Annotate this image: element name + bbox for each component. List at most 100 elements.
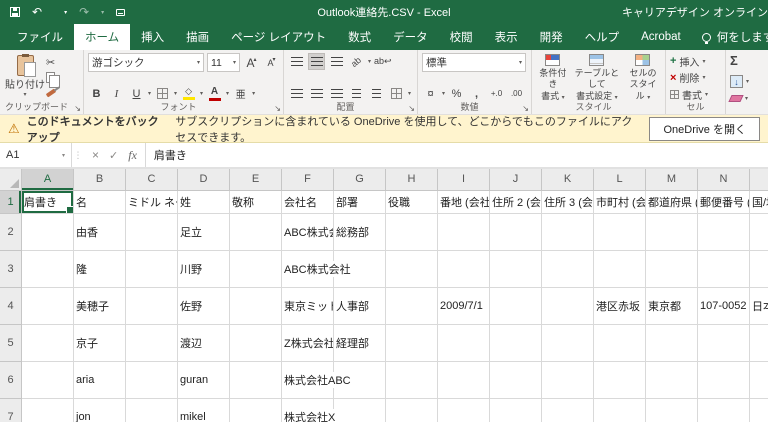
decrease-font-button[interactable]: A ▾ [263, 54, 280, 71]
cell-N6[interactable] [698, 362, 750, 399]
redo-dropdown-icon[interactable]: ▾ [101, 9, 104, 16]
cell-A3[interactable] [22, 251, 74, 288]
cell-I7[interactable] [438, 399, 490, 422]
cell-H6[interactable] [386, 362, 438, 399]
cell-D2[interactable]: 足立 [178, 214, 230, 251]
cell-L2[interactable] [594, 214, 646, 251]
cell-C5[interactable] [126, 325, 178, 362]
tab-描画[interactable]: 描画 [175, 24, 220, 50]
cell-G7[interactable] [334, 399, 386, 422]
cell-J4[interactable] [490, 288, 542, 325]
cell-styles-button[interactable]: セルの スタイル ▾ [624, 53, 662, 102]
cut-button[interactable]: ✂ [46, 55, 60, 70]
account-name[interactable]: キャリアデザイン オンライン [622, 4, 768, 20]
fill-button[interactable]: ↓ [730, 75, 743, 88]
cell-G5[interactable]: 経理部 [334, 325, 386, 362]
select-all-corner[interactable] [0, 169, 22, 191]
cell-H3[interactable] [386, 251, 438, 288]
cell-A4[interactable] [22, 288, 74, 325]
tab-開発[interactable]: 開発 [529, 24, 574, 50]
confirm-entry-icon[interactable]: ✓ [109, 149, 118, 162]
cell-H4[interactable] [386, 288, 438, 325]
cell-D1[interactable]: 姓 [178, 191, 230, 214]
cell-M3[interactable] [646, 251, 698, 288]
row-header-5[interactable]: 5 [0, 325, 22, 362]
cell-C6[interactable] [126, 362, 178, 399]
cell-E6[interactable] [230, 362, 282, 399]
customize-qat-icon[interactable] [116, 8, 126, 16]
cell-H5[interactable] [386, 325, 438, 362]
cancel-entry-icon[interactable]: × [92, 148, 99, 162]
cell-A7[interactable] [22, 399, 74, 422]
align-top-button[interactable] [288, 53, 305, 70]
cell-F1[interactable]: 会社名 [282, 191, 334, 214]
tell-me-box[interactable]: 何をしますか [692, 24, 768, 50]
delete-cells-button[interactable]: × 削除 ▾ [670, 70, 722, 86]
cell-B3[interactable]: 隆 [74, 251, 126, 288]
undo-icon[interactable]: ↶ [32, 6, 42, 18]
row-header-3[interactable]: 3 [0, 251, 22, 288]
conditional-formatting-button[interactable]: 条件付き 書式 ▾ [536, 53, 570, 102]
cell-L3[interactable] [594, 251, 646, 288]
cell-M7[interactable] [646, 399, 698, 422]
cell-O6[interactable] [750, 362, 768, 399]
cell-N1[interactable]: 郵便番号 (会社) [698, 191, 750, 214]
cell-G2[interactable]: 総務部 [334, 214, 386, 251]
cell-F6[interactable]: 株式会社ABC [282, 362, 353, 399]
name-box[interactable]: A1 ▾ [0, 143, 72, 167]
column-header-F[interactable]: F [282, 169, 334, 191]
cell-J3[interactable] [490, 251, 542, 288]
cell-B2[interactable]: 由香 [74, 214, 126, 251]
cell-F4[interactable]: 東京ミット [282, 288, 334, 325]
cell-K3[interactable] [542, 251, 594, 288]
cell-D7[interactable]: mikel [178, 399, 230, 422]
cell-L7[interactable] [594, 399, 646, 422]
cell-D3[interactable]: 川野 [178, 251, 230, 288]
cell-J6[interactable] [490, 362, 542, 399]
number-format-combo[interactable]: 標準 ▾ [422, 53, 526, 72]
cell-D6[interactable]: guran [178, 362, 230, 399]
cell-O5[interactable] [750, 325, 768, 362]
column-header-I[interactable]: I [438, 169, 490, 191]
cell-K7[interactable] [542, 399, 594, 422]
cell-J5[interactable] [490, 325, 542, 362]
tab-表示[interactable]: 表示 [484, 24, 529, 50]
cell-E3[interactable] [230, 251, 282, 288]
cell-B5[interactable]: 京子 [74, 325, 126, 362]
cell-H7[interactable] [386, 399, 438, 422]
cell-M4[interactable]: 東京都 [646, 288, 698, 325]
cell-E4[interactable] [230, 288, 282, 325]
cell-F7[interactable]: 株式会社X [282, 399, 338, 422]
autosum-button[interactable]: Σ [730, 53, 738, 68]
cell-H2[interactable] [386, 214, 438, 251]
cell-F3[interactable]: ABC株式会社 [282, 251, 353, 288]
cell-O4[interactable]: 日本 [750, 288, 768, 325]
cell-B6[interactable]: aria [74, 362, 126, 399]
column-header-C[interactable]: C [126, 169, 178, 191]
increase-font-button[interactable]: A ▴ [243, 54, 260, 71]
cell-N4[interactable]: 107-0052 [698, 288, 750, 325]
cell-M1[interactable]: 都道府県 (会社) [646, 191, 698, 214]
copy-button[interactable]: ▾ [46, 70, 60, 88]
cell-G4[interactable]: 人事部 [334, 288, 386, 325]
cell-N2[interactable] [698, 214, 750, 251]
column-header-O[interactable] [750, 169, 768, 191]
column-header-E[interactable]: E [230, 169, 282, 191]
cell-K4[interactable] [542, 288, 594, 325]
column-header-H[interactable]: H [386, 169, 438, 191]
cell-L6[interactable] [594, 362, 646, 399]
cell-E1[interactable]: 敬称 [230, 191, 282, 214]
undo-dropdown-icon[interactable]: ▾ [54, 9, 67, 16]
cell-D4[interactable]: 佐野 [178, 288, 230, 325]
cell-A5[interactable] [22, 325, 74, 362]
cell-I5[interactable] [438, 325, 490, 362]
cell-D5[interactable]: 渡辺 [178, 325, 230, 362]
column-header-G[interactable]: G [334, 169, 386, 191]
cell-L1[interactable]: 市町村 (会社) [594, 191, 646, 214]
column-header-M[interactable]: M [646, 169, 698, 191]
cell-O7[interactable] [750, 399, 768, 422]
tab-挿入[interactable]: 挿入 [130, 24, 175, 50]
cell-B4[interactable]: 美穂子 [74, 288, 126, 325]
cell-C7[interactable] [126, 399, 178, 422]
save-icon[interactable] [10, 7, 20, 17]
